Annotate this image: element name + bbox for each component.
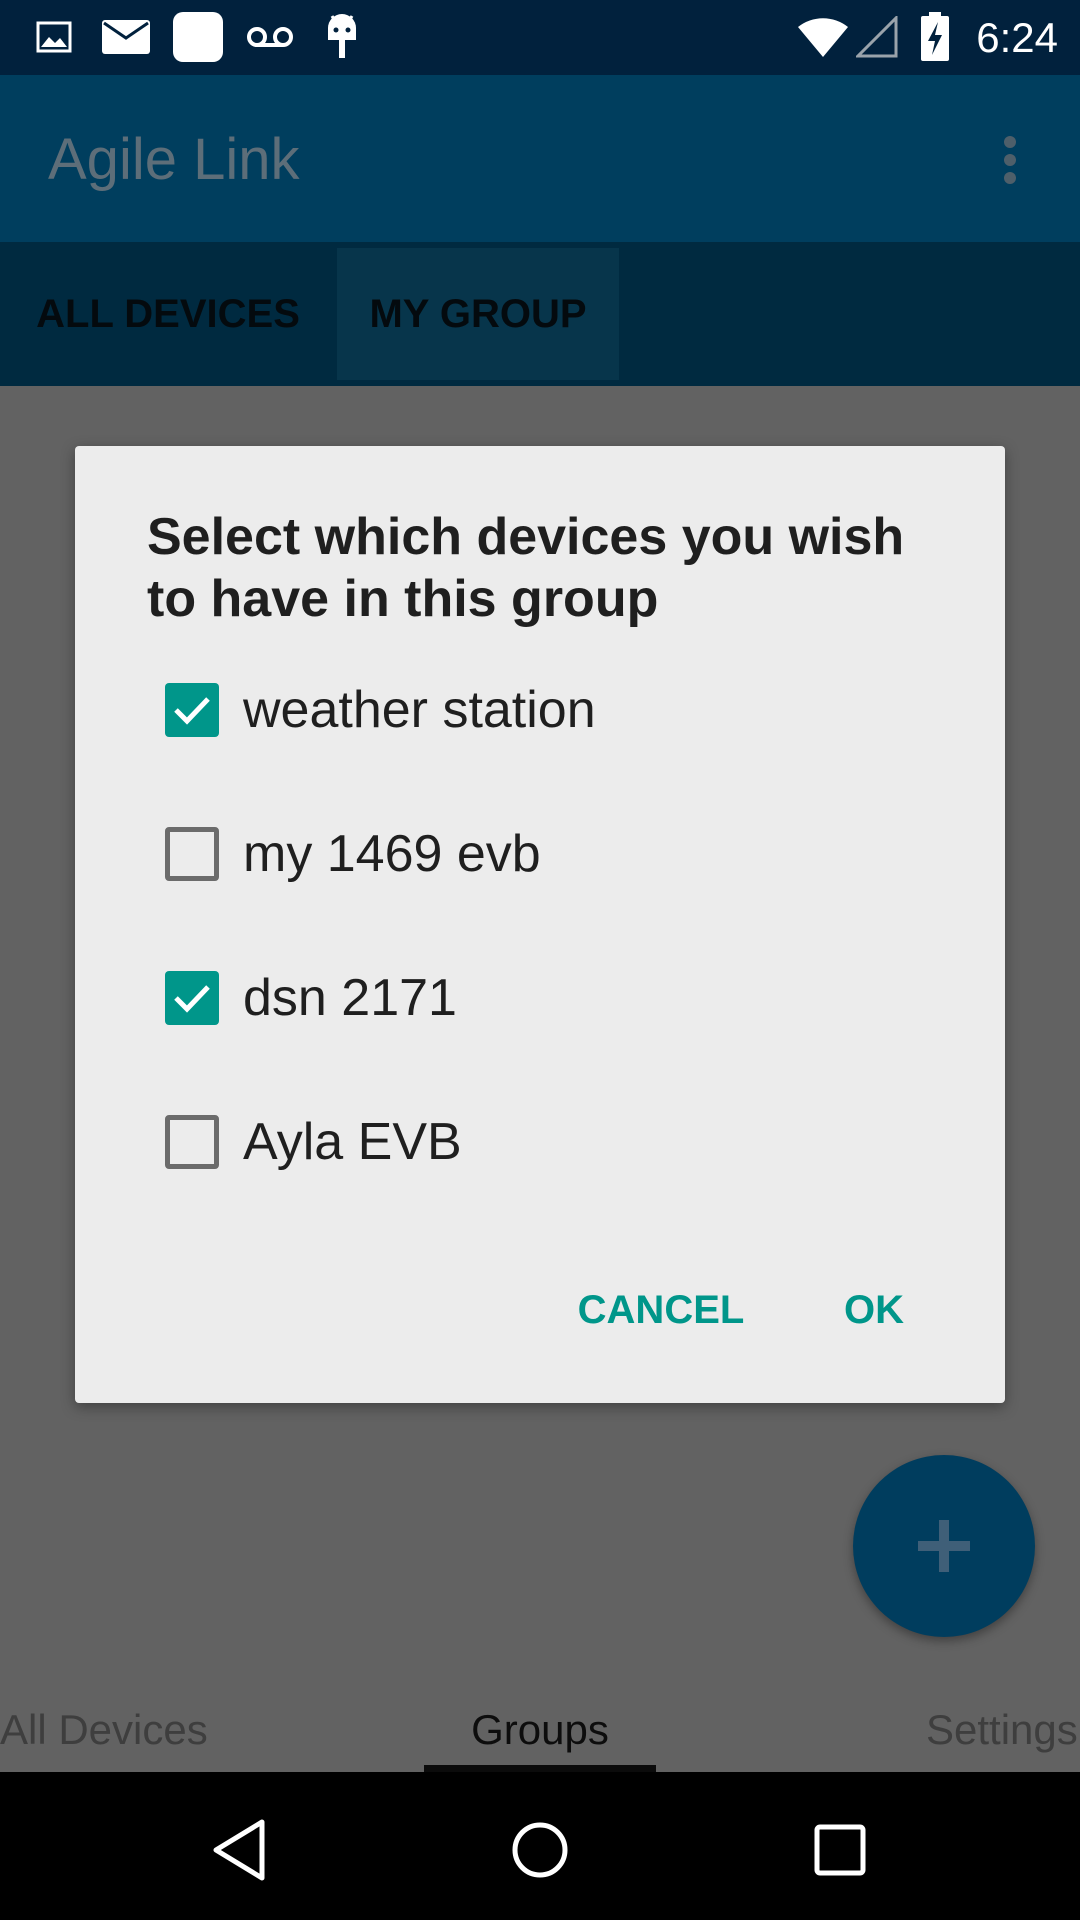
tab-my-group[interactable]: MY GROUP [337,248,619,380]
checkbox-checked[interactable] [165,971,219,1025]
recents-icon[interactable] [800,1810,880,1890]
bottom-nav-selected-indicator [424,1765,656,1772]
bottom-nav-groups[interactable]: Groups [424,1700,656,1760]
checkbox-unchecked[interactable] [165,1115,219,1169]
home-icon[interactable] [500,1810,580,1890]
dialog-title: Select which devices you wish to have in… [147,508,905,628]
device-option-label: my 1469 evb [243,825,541,883]
battery-charging-icon [920,12,950,62]
device-option-dsn-2171[interactable]: dsn 2171 [165,958,457,1038]
device-option-ayla-evb[interactable]: Ayla EVB [165,1102,462,1182]
checkbox-unchecked[interactable] [165,827,219,881]
checkmark-icon [174,697,210,725]
device-option-label: dsn 2171 [243,969,457,1027]
ok-button[interactable]: OK [830,1275,918,1345]
wifi-icon [796,12,850,62]
tab-all-devices[interactable]: ALL DEVICES [0,248,336,380]
image-icon [34,12,74,62]
device-option-label: Ayla EVB [243,1113,462,1171]
device-option-my-1469-evb[interactable]: my 1469 evb [165,814,541,894]
add-group-button[interactable] [853,1455,1035,1637]
status-time: 6:24 [976,14,1058,61]
checkmark-icon [174,985,210,1013]
square-app-icon [172,12,224,62]
signal-icon [856,12,898,62]
overflow-menu-icon[interactable] [990,128,1030,192]
checkbox-checked[interactable] [165,683,219,737]
device-option-label: weather station [243,681,596,739]
mail-icon [100,12,152,62]
cancel-button[interactable]: CANCEL [570,1275,752,1345]
voicemail-icon [244,12,296,62]
plus-icon [918,1520,970,1572]
android-debug-icon [322,12,362,62]
bottom-nav-settings[interactable]: Settings [926,1700,1078,1760]
bottom-nav-all-devices[interactable]: All Devices [0,1700,208,1760]
status-bar [0,0,1080,75]
device-option-weather-station[interactable]: weather station [165,670,596,750]
back-icon[interactable] [200,1810,280,1890]
app-title: Agile Link [48,127,300,192]
